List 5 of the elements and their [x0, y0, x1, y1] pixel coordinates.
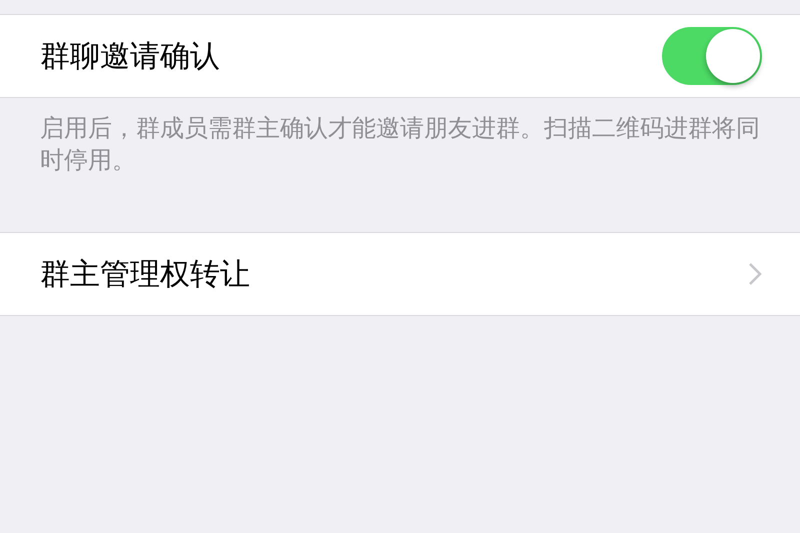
- settings-row[interactable]: 群主管理权转让: [0, 232, 800, 316]
- toggle-switch[interactable]: [662, 27, 762, 85]
- chevron-icon: [748, 262, 762, 286]
- footer-note: 启用后，群成员需群主确认才能邀请朋友进群。扫描二维码进群将同时停用。: [39, 113, 761, 176]
- setting-label: 群聊邀请确认: [40, 38, 220, 76]
